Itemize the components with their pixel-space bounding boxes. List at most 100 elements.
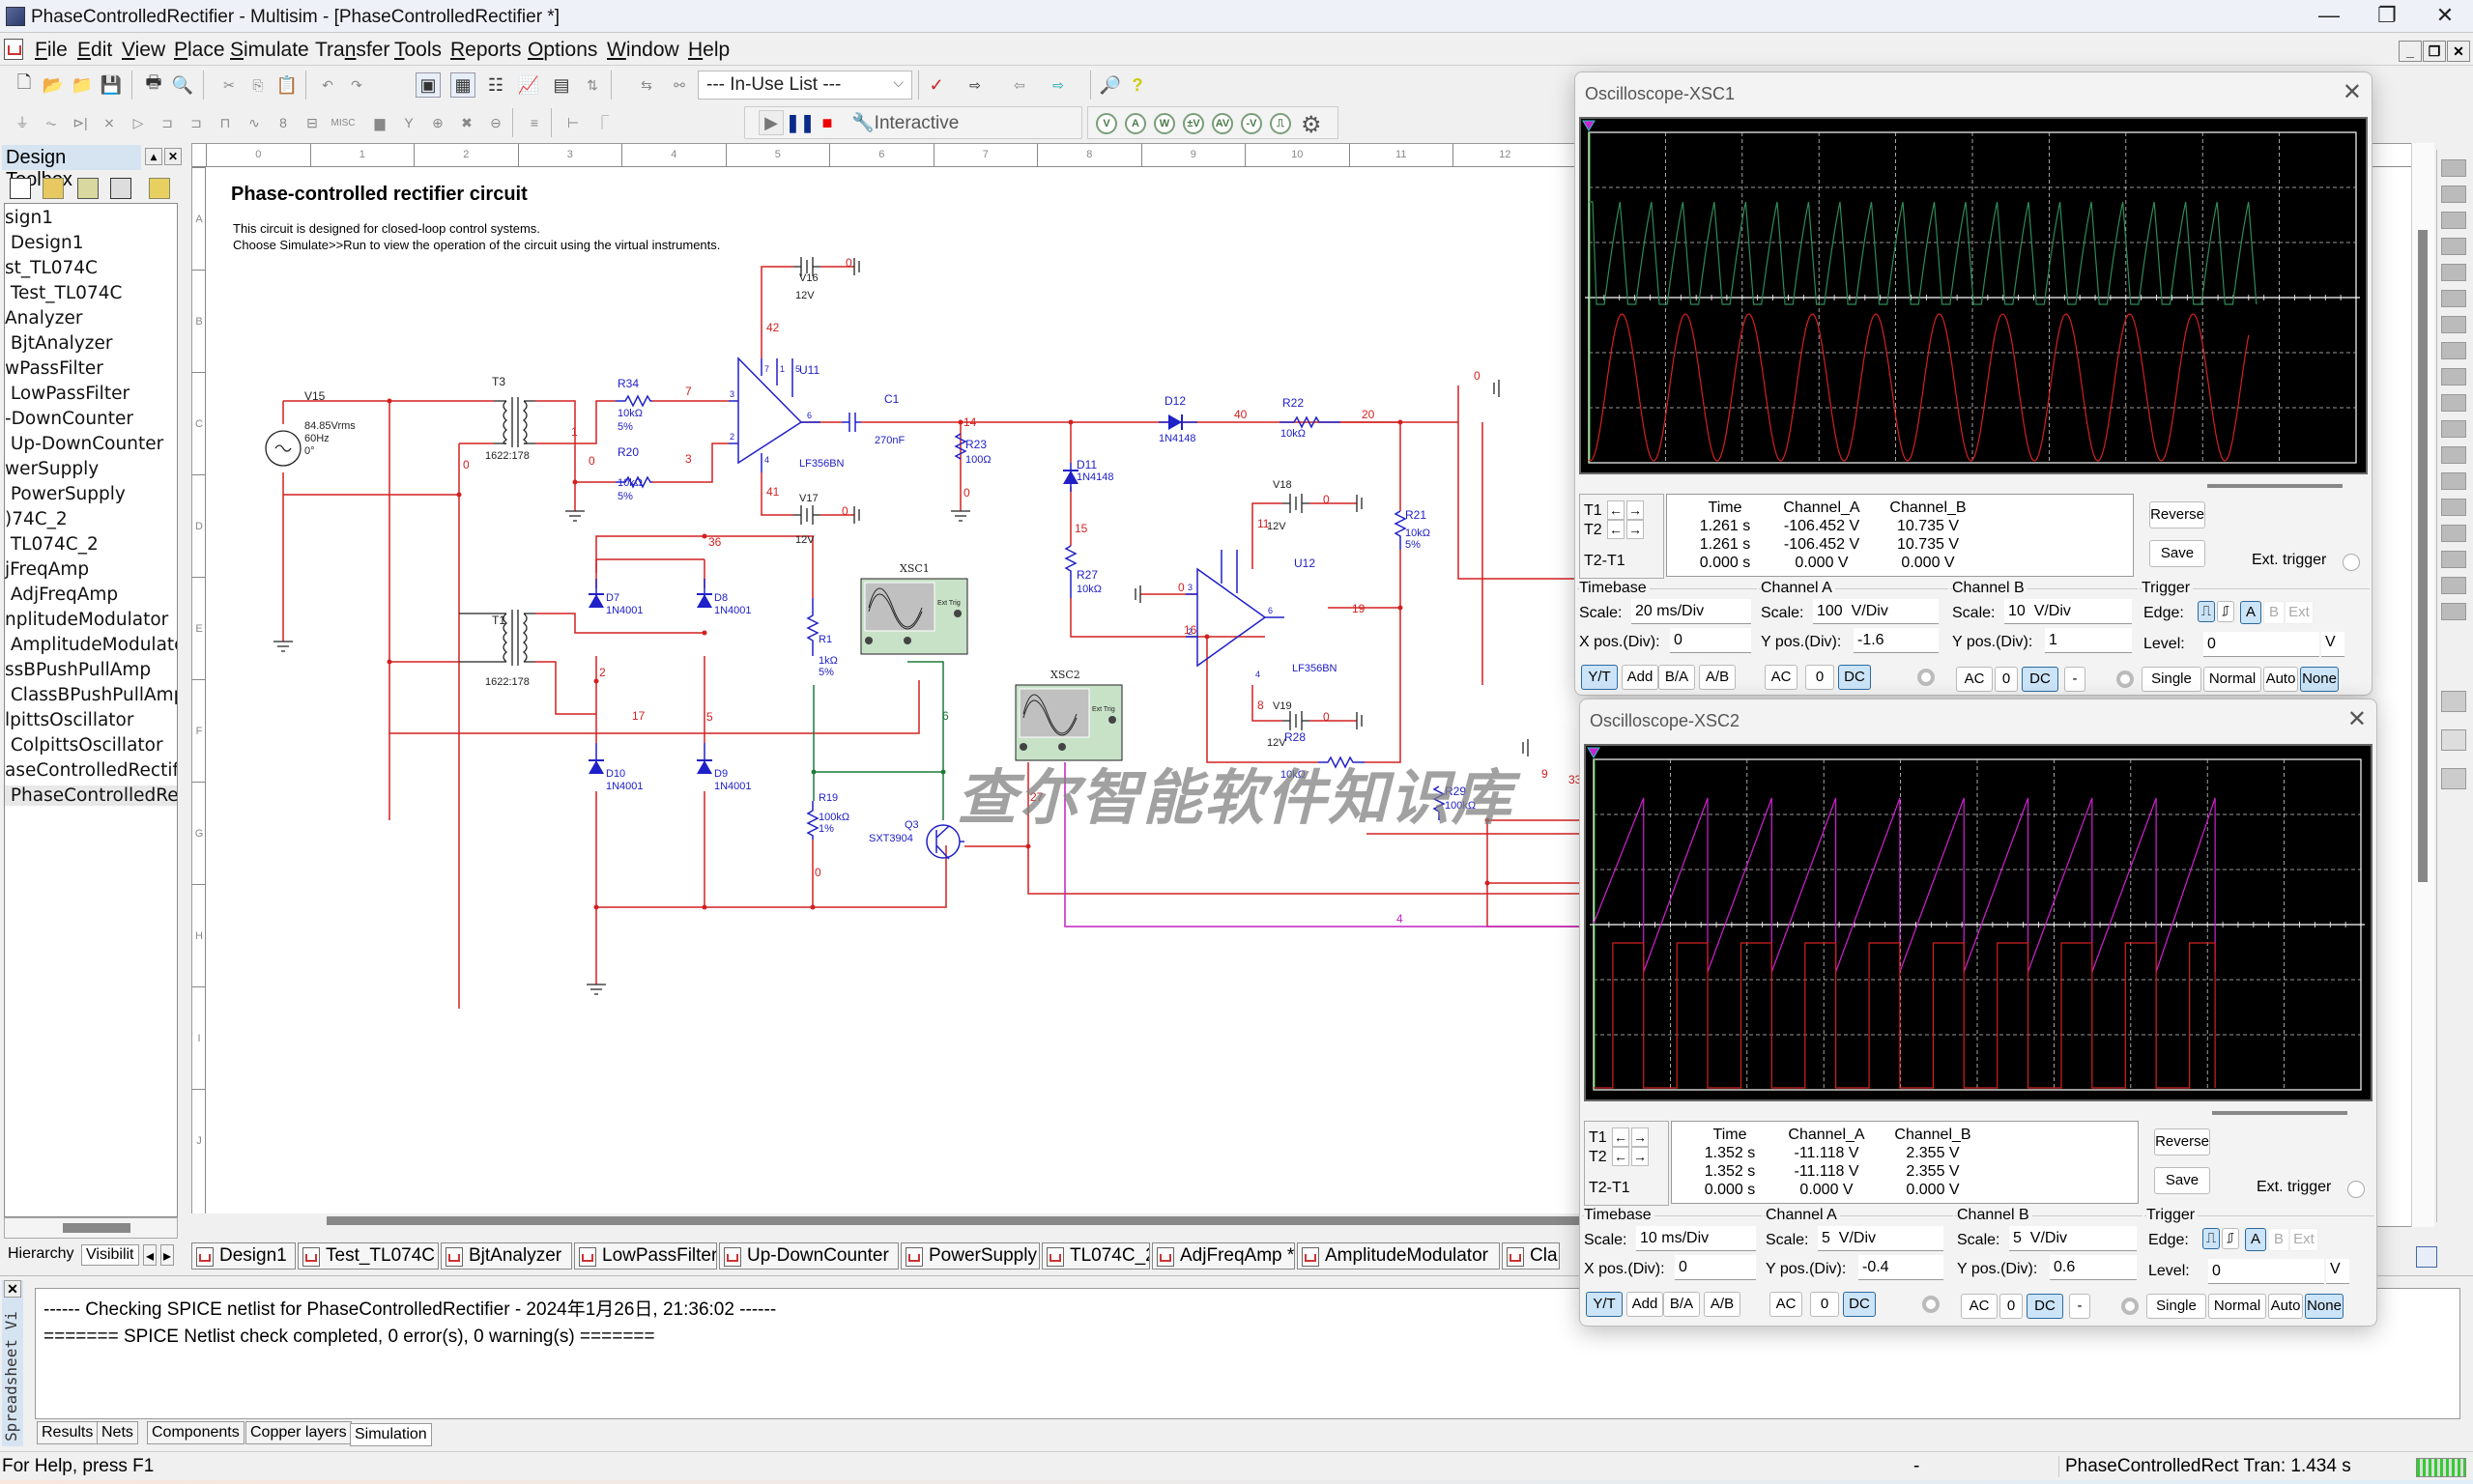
save-icon[interactable]: 💾 [99,72,124,98]
menu-options[interactable]: Options [528,39,597,62]
trigger-falling-edge-icon[interactable]: ⎎ [2217,601,2234,622]
channel-b-coupling-ac-button[interactable]: AC [1956,667,1993,692]
tree-item[interactable]: ssBPushPullAmp [5,660,177,680]
tab-scroll-left[interactable]: ◂ [143,1244,158,1266]
trigger-falling-edge-icon[interactable]: ⎎ [2222,1228,2239,1249]
oscilloscope-close-icon[interactable]: ✕ [2343,78,2362,106]
oscilloscope-screen[interactable] [1584,744,2372,1101]
voltage-current-probe-icon[interactable]: AV [1212,113,1233,134]
rf-component-icon[interactable]: Y [396,110,421,135]
trigger-mode-single-button[interactable]: Single [2142,667,2201,692]
display-mode-a-b-button[interactable]: A/B [1704,1292,1740,1317]
power-component-icon[interactable]: ⊟ [300,110,325,135]
tree-horizontal-scrollbar[interactable] [4,1217,178,1239]
copy-icon[interactable]: ⎘ [245,72,271,98]
toolbox-float-button[interactable]: ▴ [145,148,162,165]
trigger-source-b-button[interactable]: B [2263,601,2285,624]
electromech-icon[interactable]: ⊕ [425,110,450,135]
design-tab[interactable]: AdjFreqAmp * [1152,1242,1295,1270]
probe-settings-gear-icon[interactable]: ⚙ [1301,111,1322,139]
spreadsheet-tab-nets[interactable]: Nets [97,1421,138,1444]
channel-a-scale-field[interactable] [1813,599,1939,624]
design-tab[interactable]: BjtAnalyzer [441,1242,572,1270]
menu-transfer[interactable]: Transfer [315,39,389,62]
instrument-palette-icon[interactable] [2441,446,2466,464]
trigger-source-ext-button[interactable]: Ext [2289,1228,2318,1251]
tree-item[interactable]: -DownCounter [5,409,177,429]
channel-a-coupling-dc-button[interactable]: DC [1838,665,1871,690]
tree-item[interactable]: werSupply [5,459,177,479]
timebase-xpos-field[interactable] [1675,1255,1756,1280]
channel-b-connector[interactable] [2116,671,2134,688]
timebase-scale-field[interactable] [1636,1226,1756,1251]
undo-icon[interactable]: ↶ [315,72,340,98]
stop-simulation-icon[interactable]: ■ [815,110,840,135]
open-folder-icon[interactable]: 📂 [41,72,66,98]
ext-trigger-connector[interactable] [2347,1181,2365,1198]
ttl-component-icon[interactable]: ⊐ [155,110,180,135]
search-icon[interactable]: 🔎 [1098,72,1123,98]
tree-item[interactable]: nplitudeModulator [5,610,177,630]
mdi-close-button[interactable]: ✕ [2447,41,2470,62]
grapher-icon[interactable]: 📈 [516,72,541,98]
instrument-palette-icon[interactable] [2441,525,2466,542]
indicator-component-icon[interactable]: 8 [271,110,296,135]
timebase-xpos-field[interactable] [1670,628,1751,653]
tree-item[interactable]: st_TL074C [5,258,177,278]
run-simulation-icon[interactable]: ▶ [759,110,784,135]
display-mode-y-t-button[interactable]: Y/T [1586,1292,1623,1317]
print-icon[interactable]: 🖶 [141,72,166,98]
project-icon[interactable] [149,178,170,199]
instrument-palette-icon[interactable] [2441,159,2466,177]
toolbox-close-button[interactable]: ✕ [164,148,182,165]
channel-a-coupling-ac-button[interactable]: AC [1769,1292,1802,1317]
channel-b-ypos-field[interactable] [2050,1255,2137,1280]
open-design-icon[interactable] [43,178,64,199]
channel-b-coupling-dc-button[interactable]: DC [2022,667,2058,692]
spreadsheet-tab-copper-layers[interactable]: Copper layers [245,1421,352,1444]
cursor-t2-right-arrow-icon[interactable]: → [1631,1147,1649,1166]
differential-voltage-probe-icon[interactable]: ±V [1183,113,1204,134]
cursor-t1-right-arrow-icon[interactable]: → [1626,500,1644,520]
source-component-icon[interactable]: ⏚ [10,110,35,135]
instrument-palette-icon[interactable] [2441,420,2466,438]
channel-b-coupling-dc-button[interactable]: DC [2027,1294,2063,1319]
design-tab[interactable]: Up-DownCounter [719,1242,899,1270]
menu-help[interactable]: Help [688,39,730,62]
channel-a-connector[interactable] [1917,669,1935,686]
instrument-palette-icon[interactable] [2441,342,2466,359]
screen-resize-grip[interactable] [2212,1111,2347,1115]
in-use-list-dropdown[interactable]: --- In-Use List --- ⌵ [698,71,912,100]
design-tab[interactable]: AmplitudeModulator [1297,1242,1500,1270]
close-button[interactable]: ✕ [2416,0,2473,33]
trigger-mode-normal-button[interactable]: Normal [2208,1294,2266,1319]
instrument-palette-icon[interactable] [2441,316,2466,333]
tree-item[interactable]: )74C_2 [5,509,177,529]
instrument-palette-icon[interactable] [2441,290,2466,307]
menu-reports[interactable]: Reports [450,39,522,62]
cursor-t2-right-arrow-icon[interactable]: → [1626,520,1644,539]
oscilloscope-close-icon[interactable]: ✕ [2347,705,2367,733]
postprocessor-icon[interactable]: ▤ [549,72,574,98]
mdi-minimize-button[interactable]: _ [2399,41,2422,62]
tree-item[interactable]: Up-DownCounter [5,434,177,454]
digital-probe-icon[interactable]: ⎍ [1270,113,1291,134]
channel-a-coupling-dc-button[interactable]: DC [1843,1292,1876,1317]
pause-simulation-icon[interactable]: ❚❚ [786,110,815,135]
spreadsheet-close-button[interactable]: ✕ [4,1280,21,1298]
component-wizard-icon[interactable]: ⇅ [580,72,605,98]
trigger-source-ext-button[interactable]: Ext [2285,601,2314,624]
hierarchical-block-icon[interactable]: ⊢ [561,110,586,135]
analog-component-icon[interactable]: ▷ [126,110,151,135]
instrument-palette-icon[interactable] [2441,472,2466,490]
channel-a-coupling-ac-button[interactable]: AC [1765,665,1797,690]
cmos-component-icon[interactable]: ⊐ [184,110,209,135]
open-sample-icon[interactable]: 📁 [70,72,95,98]
advanced-peripherals-icon[interactable]: ⊖ [483,110,508,135]
transfer-ultiboard-icon[interactable]: ⇨ [963,72,988,98]
trigger-rising-edge-icon[interactable]: ⎍ [2202,1228,2220,1249]
redo-icon[interactable]: ↷ [344,72,369,98]
tree-item[interactable]: wPassFilter [5,358,177,379]
channel-b-coupling-zero-button[interactable]: 0 [1999,1294,2023,1319]
measurement-probe-icon[interactable] [2441,768,2466,789]
